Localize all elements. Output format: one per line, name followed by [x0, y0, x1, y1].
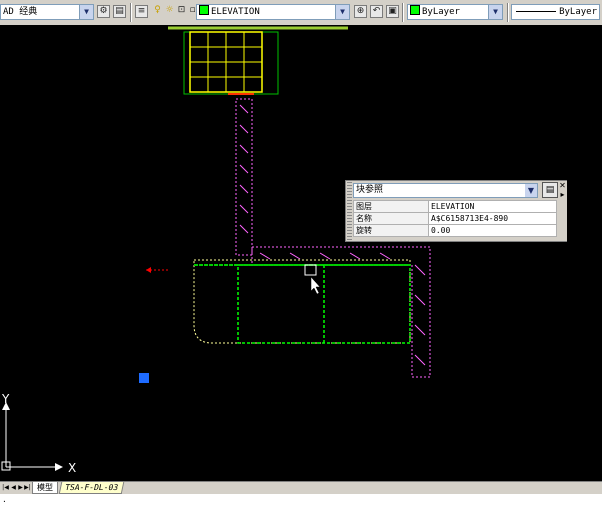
chevron-down-icon[interactable]: ▼	[525, 184, 537, 197]
chevron-down-icon[interactable]: ▼	[335, 5, 349, 19]
layer-color-swatch	[199, 5, 209, 15]
color-swatch	[410, 5, 420, 15]
make-current-icon[interactable]: ⊕	[354, 5, 367, 18]
model-space-background[interactable]	[0, 25, 602, 481]
color-value: ByLayer	[422, 7, 460, 17]
layer-isolate-icon[interactable]: ▣	[386, 5, 399, 18]
object-type-value: 块参照	[356, 185, 384, 195]
linetype-value: ByLayer	[559, 7, 597, 17]
table-row[interactable]: 图层 ELEVATION	[353, 200, 557, 213]
linetype-dropdown[interactable]: ByLayer	[511, 4, 600, 20]
workspace-settings-icon[interactable]: ⚙	[97, 5, 110, 18]
first-tab-icon[interactable]: |◀	[2, 483, 9, 492]
toolbar-separator	[130, 3, 132, 22]
color-dropdown[interactable]: ByLayer ▼	[407, 4, 503, 20]
panel-grip[interactable]	[347, 182, 352, 240]
table-row[interactable]: 旋转 0.00	[353, 224, 557, 237]
workspace-value: AD 经典	[3, 7, 38, 17]
tab-layout[interactable]: TSA-F-DL-03	[58, 482, 125, 494]
prev-tab-icon[interactable]: ◀	[10, 483, 17, 492]
next-tab-icon[interactable]: ▶	[17, 483, 24, 492]
ucs-x-label: X	[68, 461, 76, 475]
layer-value: ELEVATION	[211, 7, 260, 17]
tab-model[interactable]: 模型	[32, 482, 58, 494]
property-key: 图层	[353, 200, 429, 213]
command-line[interactable]: .	[0, 494, 602, 505]
linetype-preview	[516, 11, 557, 12]
toolbar: AD 经典 ▼ ⚙ ▤ ≡ ♀ ☼ ⊡ ▫ ELEVATION ▼ ⊕ ↶ ▣ …	[0, 0, 602, 26]
property-value[interactable]: ELEVATION	[428, 200, 557, 213]
property-value[interactable]: 0.00	[428, 224, 557, 237]
close-panel-icon[interactable]: ✕ ▸	[558, 181, 567, 241]
property-key: 名称	[353, 212, 429, 225]
toolbar-separator	[507, 3, 509, 22]
layer-previous-icon[interactable]: ↶	[370, 5, 383, 18]
property-key: 旋转	[353, 224, 429, 237]
ucs-y-label: Y	[1, 392, 10, 406]
property-value[interactable]: A$C6158713E4-890	[428, 212, 557, 225]
chevron-down-icon[interactable]: ▼	[488, 5, 502, 19]
layer-manager-icon[interactable]: ≡	[135, 5, 148, 18]
blue-grip-icon[interactable]	[139, 373, 149, 383]
drawing-area[interactable]: Y X	[0, 25, 602, 481]
layout-tab-bar: |◀ ◀ ▶ ▶| 模型 TSA-F-DL-03	[0, 481, 602, 494]
last-tab-icon[interactable]: ▶|	[24, 483, 31, 492]
workspace-save-icon[interactable]: ▤	[113, 5, 126, 18]
toolbar-separator	[402, 3, 404, 22]
layer-dropdown[interactable]: ELEVATION ▼	[196, 4, 350, 20]
workspace-dropdown[interactable]: AD 经典 ▼	[0, 4, 94, 20]
object-type-dropdown[interactable]: 块参照 ▼	[353, 183, 538, 198]
properties-palette-button[interactable]: ▤	[542, 182, 558, 198]
properties-table: 图层 ELEVATION 名称 A$C6158713E4-890 旋转 0.00	[353, 200, 557, 237]
table-row[interactable]: 名称 A$C6158713E4-890	[353, 212, 557, 225]
quick-properties-panel: 块参照 ▼ ▤ ✕ ▸ 图层 ELEVATION 名称 A$C6158713E4-89…	[345, 180, 567, 242]
chevron-down-icon[interactable]: ▼	[79, 5, 93, 19]
